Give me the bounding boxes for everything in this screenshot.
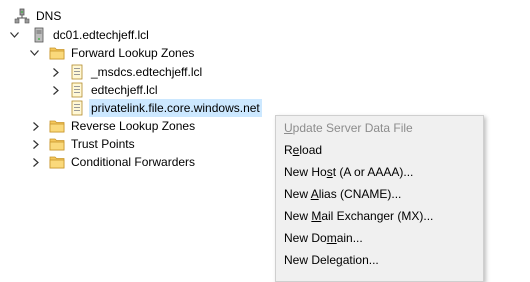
menu-item-new-delegation[interactable]: New Delegation... bbox=[284, 250, 379, 270]
dns-server-tree-icon bbox=[14, 8, 30, 24]
tree-item-trust-points[interactable]: Trust Points bbox=[49, 135, 137, 153]
menu-item-new-mail-exchanger[interactable]: New Mail Exchanger (MX)... bbox=[284, 206, 433, 226]
context-menu: Update Server Data File Reload New Host … bbox=[275, 115, 484, 282]
tree-item-label: DNS bbox=[36, 9, 62, 23]
chevron-right-icon[interactable] bbox=[31, 153, 41, 171]
chevron-right-icon[interactable] bbox=[31, 117, 41, 135]
tree-item-zone[interactable]: _msdcs.edtechjeff.lcl bbox=[69, 63, 204, 81]
zone-file-icon bbox=[69, 100, 85, 116]
server-computer-icon bbox=[31, 27, 47, 43]
chevron-right-icon[interactable] bbox=[31, 135, 41, 153]
chevron-right-icon[interactable] bbox=[51, 81, 61, 99]
menu-item-new-domain[interactable]: New Domain... bbox=[284, 228, 363, 248]
menu-item-new-host[interactable]: New Host (A or AAAA)... bbox=[284, 162, 413, 182]
folder-icon bbox=[49, 118, 65, 134]
folder-icon bbox=[49, 136, 65, 152]
menu-item-new-alias[interactable]: New Alias (CNAME)... bbox=[284, 184, 401, 204]
chevron-right-icon[interactable] bbox=[51, 63, 61, 81]
tree-item-label: Conditional Forwarders bbox=[71, 155, 196, 169]
chevron-down-icon[interactable] bbox=[9, 26, 19, 44]
tree-item-label: privatelink.file.core.windows.net bbox=[89, 99, 262, 117]
tree-item-conditional-forwarders[interactable]: Conditional Forwarders bbox=[49, 153, 197, 171]
tree-item-reverse-lookup-zones[interactable]: Reverse Lookup Zones bbox=[49, 117, 197, 135]
tree-item-server[interactable]: dc01.edtechjeff.lcl bbox=[31, 26, 151, 44]
folder-icon bbox=[49, 45, 65, 61]
tree-item-label: edtechjeff.lcl bbox=[91, 83, 158, 97]
tree-item-label: _msdcs.edtechjeff.lcl bbox=[91, 65, 203, 79]
chevron-down-icon[interactable] bbox=[29, 44, 39, 62]
tree-item-label: Trust Points bbox=[71, 137, 135, 151]
tree-item-label: dc01.edtechjeff.lcl bbox=[53, 28, 149, 42]
folder-icon bbox=[49, 154, 65, 170]
tree-item-zone[interactable]: edtechjeff.lcl bbox=[69, 81, 160, 99]
menu-item-reload[interactable]: Reload bbox=[284, 140, 322, 160]
tree-item-dns[interactable]: DNS bbox=[14, 7, 63, 25]
tree-item-label: Reverse Lookup Zones bbox=[71, 119, 196, 133]
zone-file-icon bbox=[69, 64, 85, 80]
zone-file-icon bbox=[69, 82, 85, 98]
tree-item-label: Forward Lookup Zones bbox=[71, 46, 195, 60]
menu-item-update-server-data-file[interactable]: Update Server Data File bbox=[284, 118, 413, 138]
tree-item-forward-lookup-zones[interactable]: Forward Lookup Zones bbox=[49, 44, 196, 62]
tree-item-zone-selected[interactable]: privatelink.file.core.windows.net bbox=[69, 99, 262, 117]
